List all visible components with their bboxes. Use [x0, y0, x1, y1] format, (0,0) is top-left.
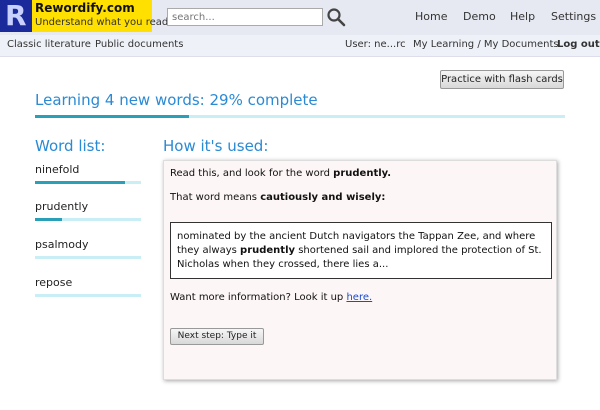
nav-help-link[interactable]: Help — [510, 10, 535, 23]
usage-intro: Read this, and look for the word prudent… — [170, 168, 391, 179]
word-progress-bar — [35, 294, 141, 297]
word-progress-fill — [35, 218, 62, 221]
word-progress-bar — [35, 218, 141, 221]
quote-line-1: nominated by the ancient Dutch navigator… — [177, 231, 536, 242]
logout-link[interactable]: Log out — [557, 39, 600, 50]
logo-tagline: Understand what you read. — [35, 17, 172, 28]
classic-literature-link[interactable]: Classic literature — [7, 39, 91, 50]
quote-highlight-word: prudently — [240, 245, 296, 256]
progress-title: Learning 4 new words: 29% complete — [35, 91, 318, 109]
nav-settings-link[interactable]: Settings — [551, 10, 596, 23]
practice-flash-cards-button[interactable]: Practice with flash cards — [440, 70, 564, 89]
search-icon[interactable] — [326, 7, 346, 27]
word-progress-bar — [35, 181, 141, 184]
logo-r-icon: R — [0, 0, 32, 32]
search-input[interactable] — [167, 8, 323, 26]
word-progress-fill — [35, 181, 126, 184]
quote-line-3: Nicholas when they crossed, there lies a… — [177, 259, 389, 270]
word-item-ninefold[interactable]: ninefold — [35, 163, 141, 187]
overall-progress-bar — [35, 115, 565, 118]
intro-text: Read this, and look for the word — [170, 168, 334, 179]
user-label: User: ne...rc — [345, 39, 406, 50]
word-item-repose[interactable]: repose — [35, 276, 141, 300]
word-item-prudently[interactable]: prudently — [35, 200, 141, 224]
word-label: prudently — [35, 200, 89, 213]
user-name: User: ne...rc — [345, 39, 406, 50]
quote-prefix: they always — [177, 245, 241, 256]
overall-progress-fill — [35, 115, 189, 118]
word-label: repose — [35, 276, 73, 289]
nav-demo-link[interactable]: Demo — [463, 10, 496, 23]
sub-nav-bar: Classic literature Public documents User… — [0, 35, 600, 57]
top-bar: R Rewordify.com Understand what you read… — [0, 0, 600, 35]
site-logo[interactable]: R Rewordify.com Understand what you read… — [0, 0, 171, 32]
logo-letter: R — [5, 0, 27, 32]
next-step-button[interactable]: Next step: Type it — [170, 328, 264, 345]
intro-word: prudently. — [333, 168, 392, 179]
my-learning-link[interactable]: My Learning / My Documents — [413, 39, 559, 50]
meaning-text: cautiously and wisely: — [260, 192, 386, 203]
logo-title: Rewordify.com — [35, 1, 135, 15]
public-documents-link[interactable]: Public documents — [95, 39, 183, 50]
usage-meaning: That word means cautiously and wisely: — [170, 192, 385, 203]
more-info-text: Want more information? Look it up — [170, 292, 347, 303]
nav-home-link[interactable]: Home — [415, 10, 447, 23]
usage-panel: Read this, and look for the word prudent… — [163, 160, 557, 380]
meaning-prefix: That word means — [170, 192, 261, 203]
word-label: psalmody — [35, 238, 89, 251]
quote-suffix: shortened sail and implored the protecti… — [295, 245, 542, 256]
lookup-here-link[interactable]: here. — [346, 292, 372, 303]
more-info-line: Want more information? Look it up here. — [170, 292, 372, 303]
word-label: ninefold — [35, 163, 80, 176]
word-list-heading: Word list: — [35, 137, 106, 155]
usage-heading: How it's used: — [163, 137, 269, 155]
word-progress-bar — [35, 256, 141, 259]
quote-line-2: they always prudently shortened sail and… — [177, 244, 545, 258]
word-item-psalmody[interactable]: psalmody — [35, 238, 141, 262]
example-quote-box: nominated by the ancient Dutch navigator… — [170, 222, 552, 279]
